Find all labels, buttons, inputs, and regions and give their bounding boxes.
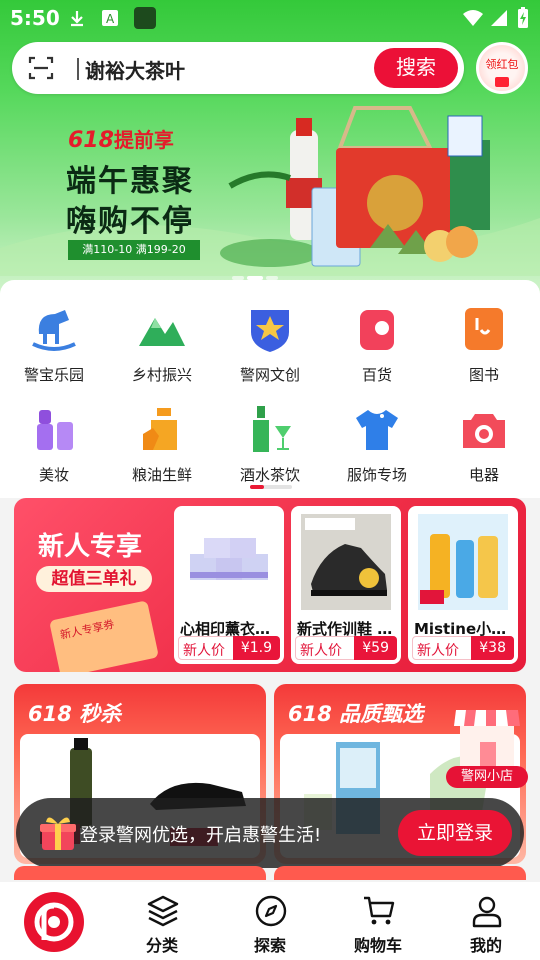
tab-profile[interactable]: 我的	[432, 882, 540, 960]
product-card[interactable]: Mistine小… 新人价 ¥38	[408, 506, 518, 664]
category-apparel[interactable]: 服饰专场	[332, 404, 422, 494]
product-card[interactable]: 新式作训鞋 … 新人价 ¥59	[291, 506, 401, 664]
quality-select-title: 618 品质甄选	[288, 702, 424, 726]
tshirt-icon	[356, 410, 398, 450]
category-pager	[250, 485, 292, 489]
cart-icon	[364, 896, 395, 925]
category-label: 粮油生鲜	[131, 466, 192, 484]
price-tag: 新人价 ¥59	[295, 636, 397, 660]
compass-icon	[255, 895, 287, 927]
red-packet-button[interactable]: 领红包	[476, 42, 528, 94]
tab-home[interactable]	[0, 882, 108, 960]
wine-icon	[253, 406, 291, 452]
product-image-tissue	[190, 538, 268, 580]
oil-bottle-icon	[143, 408, 177, 450]
layers-icon	[147, 895, 179, 927]
category-label: 酒水茶饮	[239, 466, 300, 484]
login-prompt-bar: 登录警网优选，开启惠警生活! 立即登录	[16, 798, 524, 868]
tab-explore[interactable]: 探索	[216, 882, 324, 960]
signal-icon	[491, 10, 507, 26]
red-packet-icon	[495, 77, 509, 87]
category-label: 警宝乐园	[23, 366, 84, 384]
category-label: 图书	[468, 366, 499, 384]
price-tag: 新人价 ¥1.9	[178, 636, 280, 660]
next-section-peek	[274, 866, 526, 880]
search-cursor	[77, 58, 79, 80]
red-packet-label: 领红包	[485, 58, 519, 71]
next-section-peek	[14, 866, 266, 880]
category-label: 美妆	[38, 466, 69, 484]
category-appliances[interactable]: 电器	[439, 404, 529, 494]
app-square-icon	[134, 7, 156, 29]
search-bar[interactable]: 谢裕大茶叶 搜索	[12, 42, 464, 94]
tab-category[interactable]: 分类	[108, 882, 216, 960]
tab-label: 分类	[145, 936, 178, 955]
search-input[interactable]: 谢裕大茶叶	[85, 55, 185, 84]
product-image-sunscreen	[418, 514, 508, 610]
status-bar: 5:50 A	[0, 0, 540, 36]
lipstick-icon	[37, 410, 73, 450]
tab-label: 购物车	[353, 936, 402, 955]
category-rural[interactable]: 乡村振兴	[117, 304, 207, 394]
new-user-title: 新人专享	[38, 532, 143, 562]
bottom-tab-bar: 分类 探索 购物车 我的	[0, 882, 540, 960]
banner-slogan-line2: 嗨购不停	[66, 204, 194, 239]
tab-cart[interactable]: 购物车	[324, 882, 432, 960]
battery-charging-icon	[518, 7, 528, 28]
product-card[interactable]: 心相印薰衣… 新人价 ¥1.9	[174, 506, 284, 664]
search-button[interactable]: 搜索	[374, 48, 458, 88]
category-drinks[interactable]: 酒水茶饮	[225, 404, 315, 494]
banner-coupon-strip: 满110-10 满199-20	[68, 240, 200, 260]
new-user-coupon-box: 新人专享券	[49, 600, 159, 672]
category-culture[interactable]: 警网文创	[225, 304, 315, 394]
tab-label: 探索	[253, 936, 286, 955]
download-icon	[71, 11, 83, 27]
tissue-icon	[360, 310, 394, 350]
category-beauty[interactable]: 美妆	[9, 404, 99, 494]
category-general[interactable]: 百货	[332, 304, 422, 394]
category-label: 百货	[361, 366, 392, 384]
camera-icon	[463, 414, 505, 448]
category-label: 电器	[468, 466, 499, 484]
gift-icon	[40, 817, 76, 850]
category-books[interactable]: 图书	[439, 304, 529, 394]
status-time: 5:50	[10, 6, 60, 30]
category-label: 服饰专场	[346, 466, 407, 484]
category-grid: 警宝乐园 乡村振兴 警网文创 百货 图书 美妆 粮油生鲜 酒水茶饮 服饰专场 电…	[0, 280, 540, 498]
scan-icon[interactable]	[28, 55, 54, 81]
svg-text:A: A	[106, 12, 115, 26]
category-jingbao[interactable]: 警宝乐园	[9, 304, 99, 394]
shop-floating-button[interactable]: 警网小店	[446, 700, 528, 790]
shop-label: 警网小店	[446, 766, 528, 788]
new-user-subtitle: 超值三单礼	[36, 566, 152, 592]
banner-618-tag: 618提前享	[68, 128, 174, 153]
flash-sale-title: 618 秒杀	[28, 702, 122, 726]
product-image-shoe	[301, 514, 391, 610]
price-tag: 新人价 ¥38	[412, 636, 514, 660]
user-icon	[472, 896, 502, 928]
tab-label: 我的	[469, 936, 502, 955]
wifi-icon	[463, 10, 483, 26]
banner-slogan-line1: 端午惠聚	[66, 164, 194, 199]
category-grain-oil[interactable]: 粮油生鲜	[117, 404, 207, 494]
shop-icon	[454, 710, 520, 766]
login-prompt-text: 登录警网优选，开启惠警生活!	[80, 825, 322, 846]
rocking-horse-icon	[32, 310, 76, 351]
mountain-icon	[139, 318, 185, 346]
badge-icon	[251, 310, 289, 352]
login-button[interactable]: 立即登录	[398, 810, 512, 856]
new-user-zone[interactable]: 新人专享 超值三单礼 新人专享券 心相印薰衣… 新人价 ¥1.9 新式作训鞋 … …	[14, 498, 526, 672]
app-a-icon: A	[102, 10, 118, 26]
category-label: 乡村振兴	[131, 366, 192, 384]
category-label: 警网文创	[239, 366, 300, 384]
app-logo-icon	[24, 892, 84, 952]
book-icon	[465, 308, 503, 350]
